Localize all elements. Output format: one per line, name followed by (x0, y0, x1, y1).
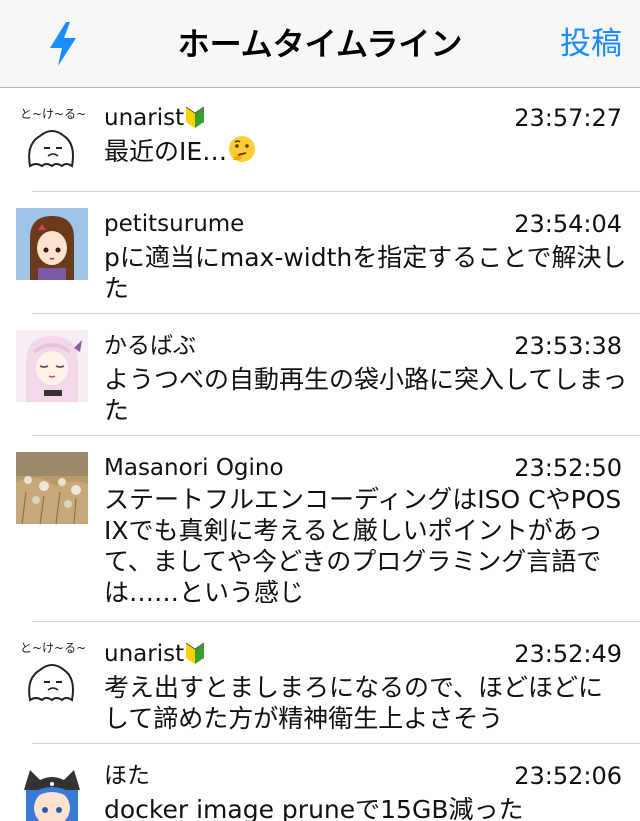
post-username[interactable]: ほた (104, 760, 150, 792)
avatar[interactable]: と~け~る~ (16, 104, 88, 176)
avatar[interactable] (16, 452, 88, 524)
timeline-post[interactable]: petitsurume 23:54:04 pに適当にmax-widthを指定する… (0, 192, 640, 314)
timeline-post[interactable]: と~け~る~ unarist 23:52:49 考え出すとましまろになるので、ほ… (0, 622, 640, 744)
timeline-post[interactable]: ほた 23:52:06 docker image pruneで15GB減った (0, 744, 640, 821)
avatar[interactable] (16, 330, 88, 402)
timeline-post[interactable]: Masanori Ogino 23:52:50 ステートフルエンコーディングはI… (0, 436, 640, 622)
svg-text:と~け~る~: と~け~る~ (20, 641, 86, 655)
thinking-face-icon (227, 134, 257, 171)
avatar[interactable] (16, 760, 88, 821)
avatar[interactable] (16, 208, 88, 280)
beginner-badge-icon (184, 103, 206, 138)
post-username[interactable]: かるばぶ (104, 330, 196, 362)
timeline-post[interactable]: と~け~る~ unarist 23:57:27 最近のIE… (0, 88, 640, 192)
post-timestamp: 23:53:38 (514, 332, 622, 360)
beginner-badge-icon (184, 639, 206, 674)
post-username[interactable]: unarist (104, 102, 206, 138)
post-timestamp: 23:54:04 (514, 210, 622, 238)
svg-text:と~け~る~: と~け~る~ (20, 107, 86, 121)
post-timestamp: 23:57:27 (514, 104, 622, 132)
post-timestamp: 23:52:49 (514, 640, 622, 668)
post-username[interactable]: Masanori Ogino (104, 452, 284, 484)
post-username[interactable]: petitsurume (104, 208, 244, 240)
post-body: pに適当にmax-widthを指定することで解決した (104, 243, 627, 303)
page-title: ホームタイムライン (177, 25, 463, 63)
post-body: docker image pruneで15GB減った (104, 795, 524, 821)
post-body: ようつべの自動再生の袋小路に突入してしまった (104, 365, 628, 425)
post-timestamp: 23:52:06 (514, 762, 622, 790)
timeline-list[interactable]: と~け~る~ unarist 23:57:27 最近のIE… petitsuru… (0, 88, 640, 821)
post-button[interactable]: 投稿 (560, 22, 622, 66)
post-timestamp: 23:52:50 (514, 454, 622, 482)
avatar[interactable]: と~け~る~ (16, 638, 88, 710)
navigation-bar: ホームタイムライン 投稿 (0, 0, 640, 88)
post-username[interactable]: unarist (104, 638, 206, 674)
post-body: 最近のIE… (104, 134, 628, 171)
post-body: ステートフルエンコーディングはISO CやPOSIXでも真剣に考えると厳しいポイ… (104, 485, 622, 607)
timeline-post[interactable]: かるばぶ 23:53:38 ようつべの自動再生の袋小路に突入してしまった (0, 314, 640, 436)
post-body: 考え出すとましまろになるので、ほどほどにして諦めた方が精神衛生上よさそう (104, 673, 604, 733)
